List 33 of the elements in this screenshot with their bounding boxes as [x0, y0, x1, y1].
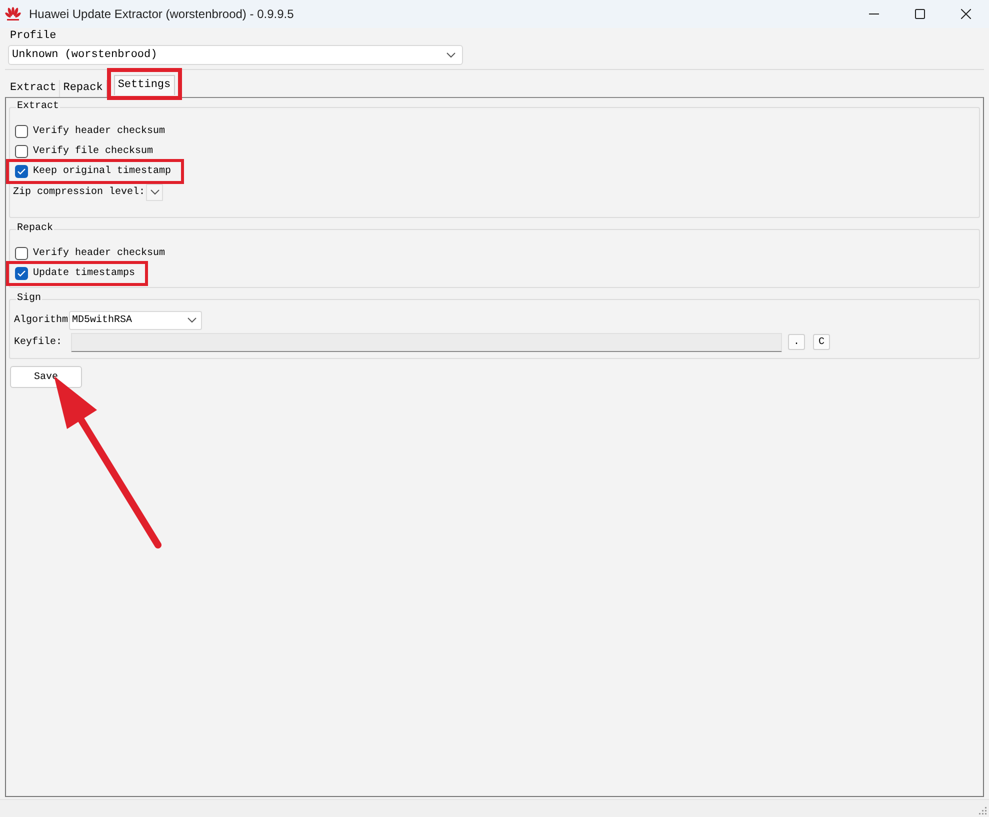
checkbox[interactable] [15, 144, 28, 158]
chevron-down-icon [150, 189, 160, 195]
keyfile-field[interactable] [71, 332, 782, 352]
profile-dropdown[interactable]: Unknown (worstenbrood) [8, 45, 463, 65]
window-title: Huawei Update Extractor (worstenbrood) - 0.9.9.5 [29, 6, 294, 23]
checkbox[interactable] [15, 266, 28, 280]
zip-level-dropdown[interactable] [146, 184, 164, 200]
chevron-down-icon [446, 52, 456, 58]
chevron-down-icon [187, 317, 198, 323]
keyfile-label: Keyfile: [14, 336, 64, 350]
checkbox[interactable] [15, 124, 28, 138]
checkbox-label: Keep original timestamp [33, 164, 172, 178]
app-logo-icon [5, 7, 21, 21]
checkbox-label: Verify file checksum [33, 144, 154, 158]
close-icon [961, 9, 971, 19]
checkbox-label: Verify header checksum [33, 246, 166, 260]
save-button[interactable]: Save [10, 366, 82, 388]
check-icon [17, 168, 26, 174]
maximize-icon [915, 9, 925, 19]
checkbox[interactable] [15, 246, 28, 260]
algorithm-dropdown[interactable]: MD5withRSA [69, 310, 202, 330]
resize-grip-icon [977, 805, 987, 815]
keyfile-button[interactable]: C [813, 334, 830, 350]
zip-level-label: Zip compression level: [13, 186, 146, 200]
checkbox-label: Verify header checksum [33, 124, 166, 138]
check-icon [17, 270, 26, 276]
checkbox[interactable] [15, 164, 28, 178]
profile-label: Profile [10, 29, 58, 43]
keyfile-button[interactable]: . [788, 334, 805, 350]
tab[interactable]: Extract [7, 80, 60, 97]
checkbox-label: Update timestamps [33, 266, 136, 280]
tab[interactable]: Settings [114, 75, 175, 95]
algorithm-label: Algorithm [14, 314, 68, 328]
